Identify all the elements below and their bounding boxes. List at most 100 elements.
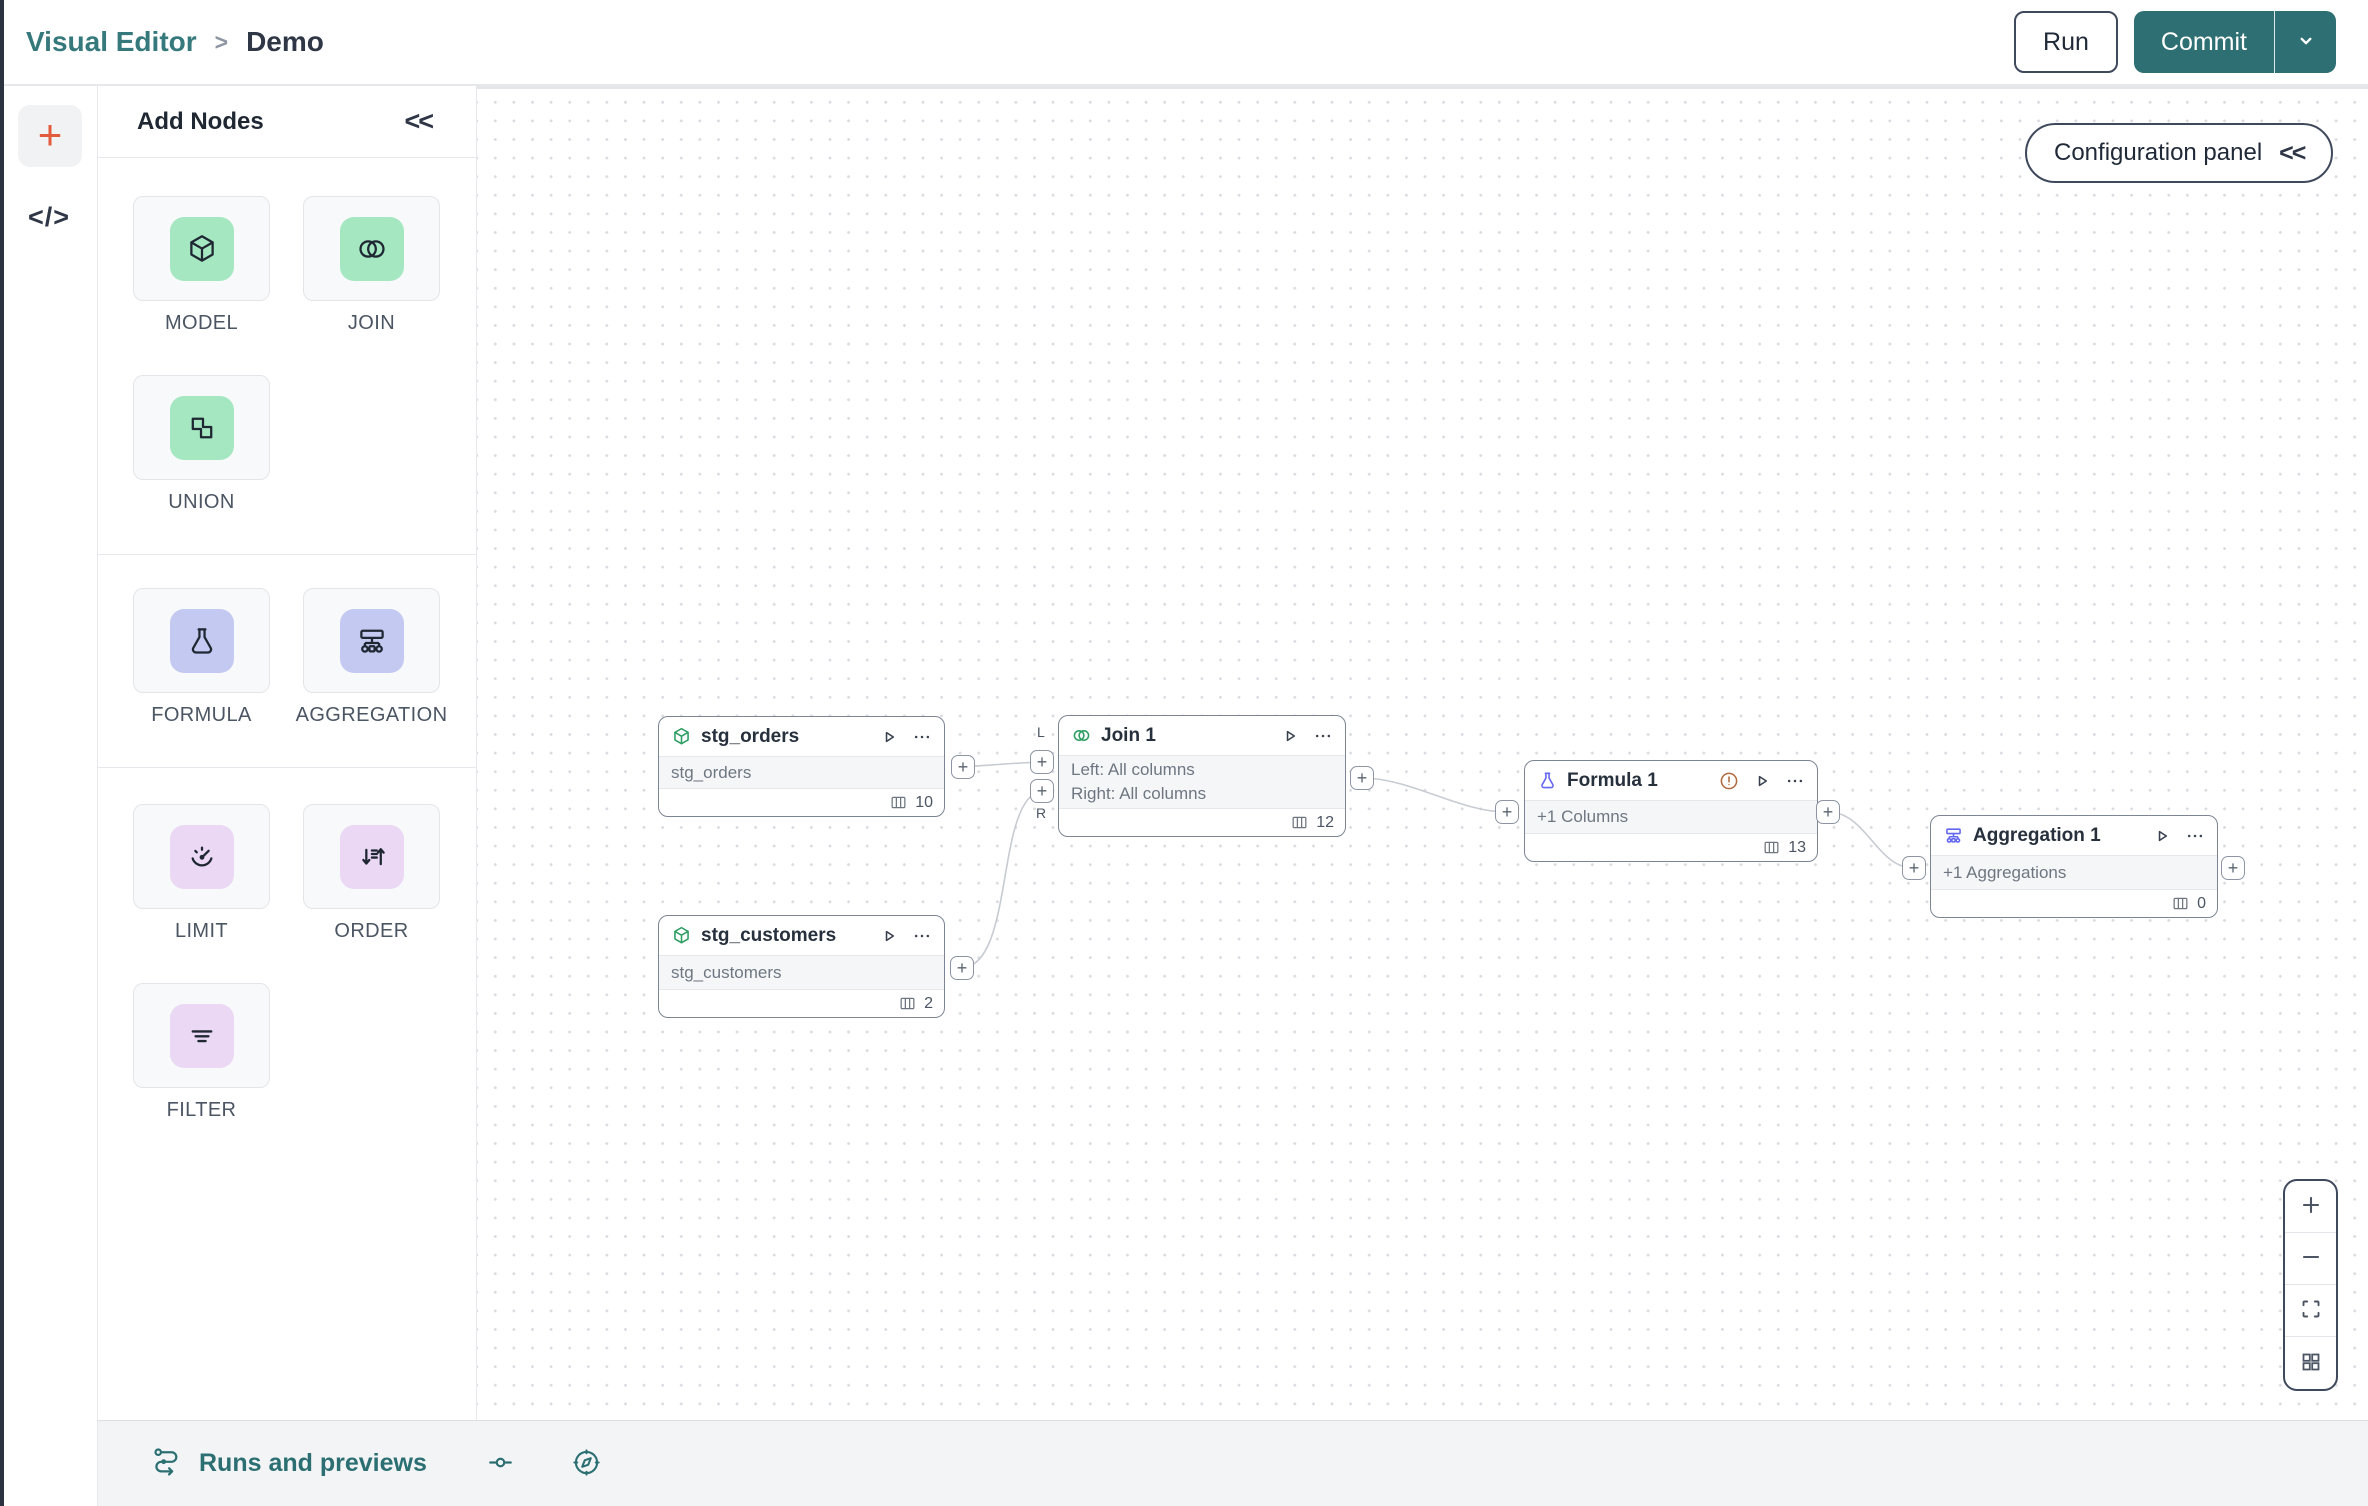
chevron-down-icon bbox=[2293, 28, 2319, 57]
pipeline-canvas[interactable]: stg_orders stg_orders 10 Join 1 Left: Al… bbox=[477, 86, 2368, 1420]
add-node-aggregation[interactable]: AGGREGATION bbox=[296, 588, 447, 727]
model-label: MODEL bbox=[164, 312, 239, 334]
add-node-join[interactable]: JOIN bbox=[303, 196, 440, 335]
add-node-union[interactable]: UNION bbox=[133, 375, 270, 514]
commit-split-button: Commit bbox=[2133, 11, 2336, 73]
port-formula-output[interactable]: + bbox=[1816, 800, 1840, 824]
aggregation-summary: +1 Aggregations bbox=[1943, 862, 2067, 882]
formula-summary: +1 Columns bbox=[1537, 807, 1629, 826]
cube-icon bbox=[169, 216, 234, 281]
node-body: +1 Aggregations bbox=[1931, 856, 2217, 890]
flask-icon bbox=[169, 608, 234, 673]
node-title: Aggregation 1 bbox=[1973, 824, 2101, 846]
run-node-icon[interactable] bbox=[878, 726, 900, 748]
node-title: Join 1 bbox=[1101, 724, 1156, 746]
join-left-summary: Left: All columns bbox=[1071, 760, 1195, 779]
port-formula-input[interactable]: + bbox=[1495, 800, 1519, 824]
plus-icon: + bbox=[37, 110, 63, 158]
column-count: 0 bbox=[2197, 894, 2206, 912]
node-section-transforms: FORMULA AGGREGATION bbox=[98, 555, 476, 768]
gauge-icon bbox=[169, 824, 234, 889]
runs-and-previews-tab[interactable]: Runs and previews bbox=[145, 1444, 433, 1484]
node-section-sources: MODEL JOIN UNION bbox=[98, 158, 476, 555]
port-aggregation-input[interactable]: + bbox=[1902, 856, 1926, 880]
port-aggregation-output[interactable]: + bbox=[2221, 856, 2245, 880]
code-icon: </> bbox=[27, 201, 71, 232]
join-circles-icon bbox=[339, 216, 404, 281]
code-view-button[interactable]: </> bbox=[0, 196, 98, 238]
cube-icon bbox=[671, 726, 692, 747]
node-footer: 10 bbox=[659, 789, 944, 816]
port-stg-orders-output[interactable]: + bbox=[951, 755, 975, 779]
node-body: +1 Columns bbox=[1525, 801, 1817, 834]
run-button[interactable]: Run bbox=[2014, 11, 2118, 73]
filter-lines-icon bbox=[169, 1003, 234, 1068]
compass-button[interactable] bbox=[565, 1446, 608, 1482]
runs-and-previews-label: Runs and previews bbox=[199, 1449, 427, 1477]
union-card bbox=[133, 375, 270, 480]
port-join-right-input[interactable]: + bbox=[1030, 779, 1054, 803]
run-node-icon[interactable] bbox=[1751, 770, 1773, 792]
add-nodes-panel: Add Nodes << MODEL JOIN UNION FORMULA AG… bbox=[98, 86, 477, 1420]
limit-card bbox=[133, 804, 270, 909]
node-title: Formula 1 bbox=[1567, 769, 1658, 791]
columns-icon bbox=[889, 793, 908, 812]
add-node-formula[interactable]: FORMULA bbox=[133, 588, 270, 727]
minus-icon bbox=[2298, 1244, 2324, 1273]
port-join-output[interactable]: + bbox=[1350, 766, 1374, 790]
route-icon bbox=[151, 1445, 182, 1483]
configuration-panel-button[interactable]: Configuration panel << bbox=[2025, 123, 2334, 183]
column-count: 2 bbox=[924, 994, 933, 1012]
port-stg-customers-output[interactable]: + bbox=[950, 956, 974, 980]
cube-icon bbox=[671, 925, 692, 946]
commit-button[interactable]: Commit bbox=[2134, 11, 2274, 73]
port-join-left-input[interactable]: + bbox=[1030, 750, 1054, 774]
collapse-icon: << bbox=[2279, 138, 2306, 167]
add-node-order[interactable]: ORDER bbox=[303, 804, 440, 943]
join-label: JOIN bbox=[347, 312, 396, 334]
node-aggregation-1[interactable]: Aggregation 1 +1 Aggregations 0 bbox=[1930, 815, 2218, 918]
zoom-in-button[interactable] bbox=[2285, 1181, 2336, 1233]
join-right-port-label: R bbox=[1036, 805, 1047, 821]
node-join-1[interactable]: Join 1 Left: All columns Right: All colu… bbox=[1058, 715, 1346, 837]
add-node-limit[interactable]: LIMIT bbox=[133, 804, 270, 943]
join-circles-icon bbox=[1071, 725, 1092, 746]
node-title: stg_customers bbox=[701, 924, 837, 946]
model-card bbox=[133, 196, 270, 301]
node-stg-customers[interactable]: stg_customers stg_customers 2 bbox=[658, 915, 945, 1018]
collapse-panel-button[interactable]: << bbox=[398, 105, 438, 138]
run-node-icon[interactable] bbox=[878, 925, 900, 947]
breadcrumb-visual-editor[interactable]: Visual Editor bbox=[26, 26, 197, 58]
add-node-model[interactable]: MODEL bbox=[133, 196, 270, 335]
flask-icon bbox=[1537, 770, 1558, 791]
top-actions: Run Commit bbox=[2014, 11, 2336, 73]
node-menu-icon[interactable] bbox=[912, 926, 932, 946]
fit-view-button[interactable] bbox=[2285, 1285, 2336, 1337]
zoom-controls bbox=[2283, 1179, 2338, 1391]
node-menu-icon[interactable] bbox=[2185, 826, 2205, 846]
node-menu-icon[interactable] bbox=[912, 727, 932, 747]
overview-button[interactable] bbox=[2285, 1337, 2336, 1389]
aggregation-label: AGGREGATION bbox=[295, 704, 448, 726]
zoom-out-button[interactable] bbox=[2285, 1233, 2336, 1285]
run-node-icon[interactable] bbox=[2151, 825, 2173, 847]
commit-dropdown-button[interactable] bbox=[2274, 11, 2336, 73]
aggregation-tree-icon bbox=[1943, 825, 1964, 846]
node-footer: 12 bbox=[1059, 809, 1345, 836]
node-menu-icon[interactable] bbox=[1313, 726, 1333, 746]
add-node-filter[interactable]: FILTER bbox=[133, 983, 270, 1122]
commit-node-button[interactable] bbox=[480, 1447, 521, 1481]
node-menu-icon[interactable] bbox=[1785, 771, 1805, 791]
fullscreen-icon bbox=[2299, 1297, 2323, 1324]
run-node-icon[interactable] bbox=[1279, 725, 1301, 747]
columns-icon bbox=[1762, 838, 1781, 857]
node-formula-1[interactable]: Formula 1 +1 Columns 13 bbox=[1524, 760, 1818, 862]
node-stg-orders[interactable]: stg_orders stg_orders 10 bbox=[658, 716, 945, 817]
node-subtitle: stg_customers bbox=[671, 962, 782, 982]
filter-card bbox=[133, 983, 270, 1088]
node-header: stg_orders bbox=[659, 717, 944, 757]
node-subtitle: stg_orders bbox=[671, 762, 752, 782]
union-label: UNION bbox=[168, 491, 235, 513]
add-button[interactable]: + bbox=[18, 105, 82, 167]
node-header: Formula 1 bbox=[1525, 761, 1817, 801]
